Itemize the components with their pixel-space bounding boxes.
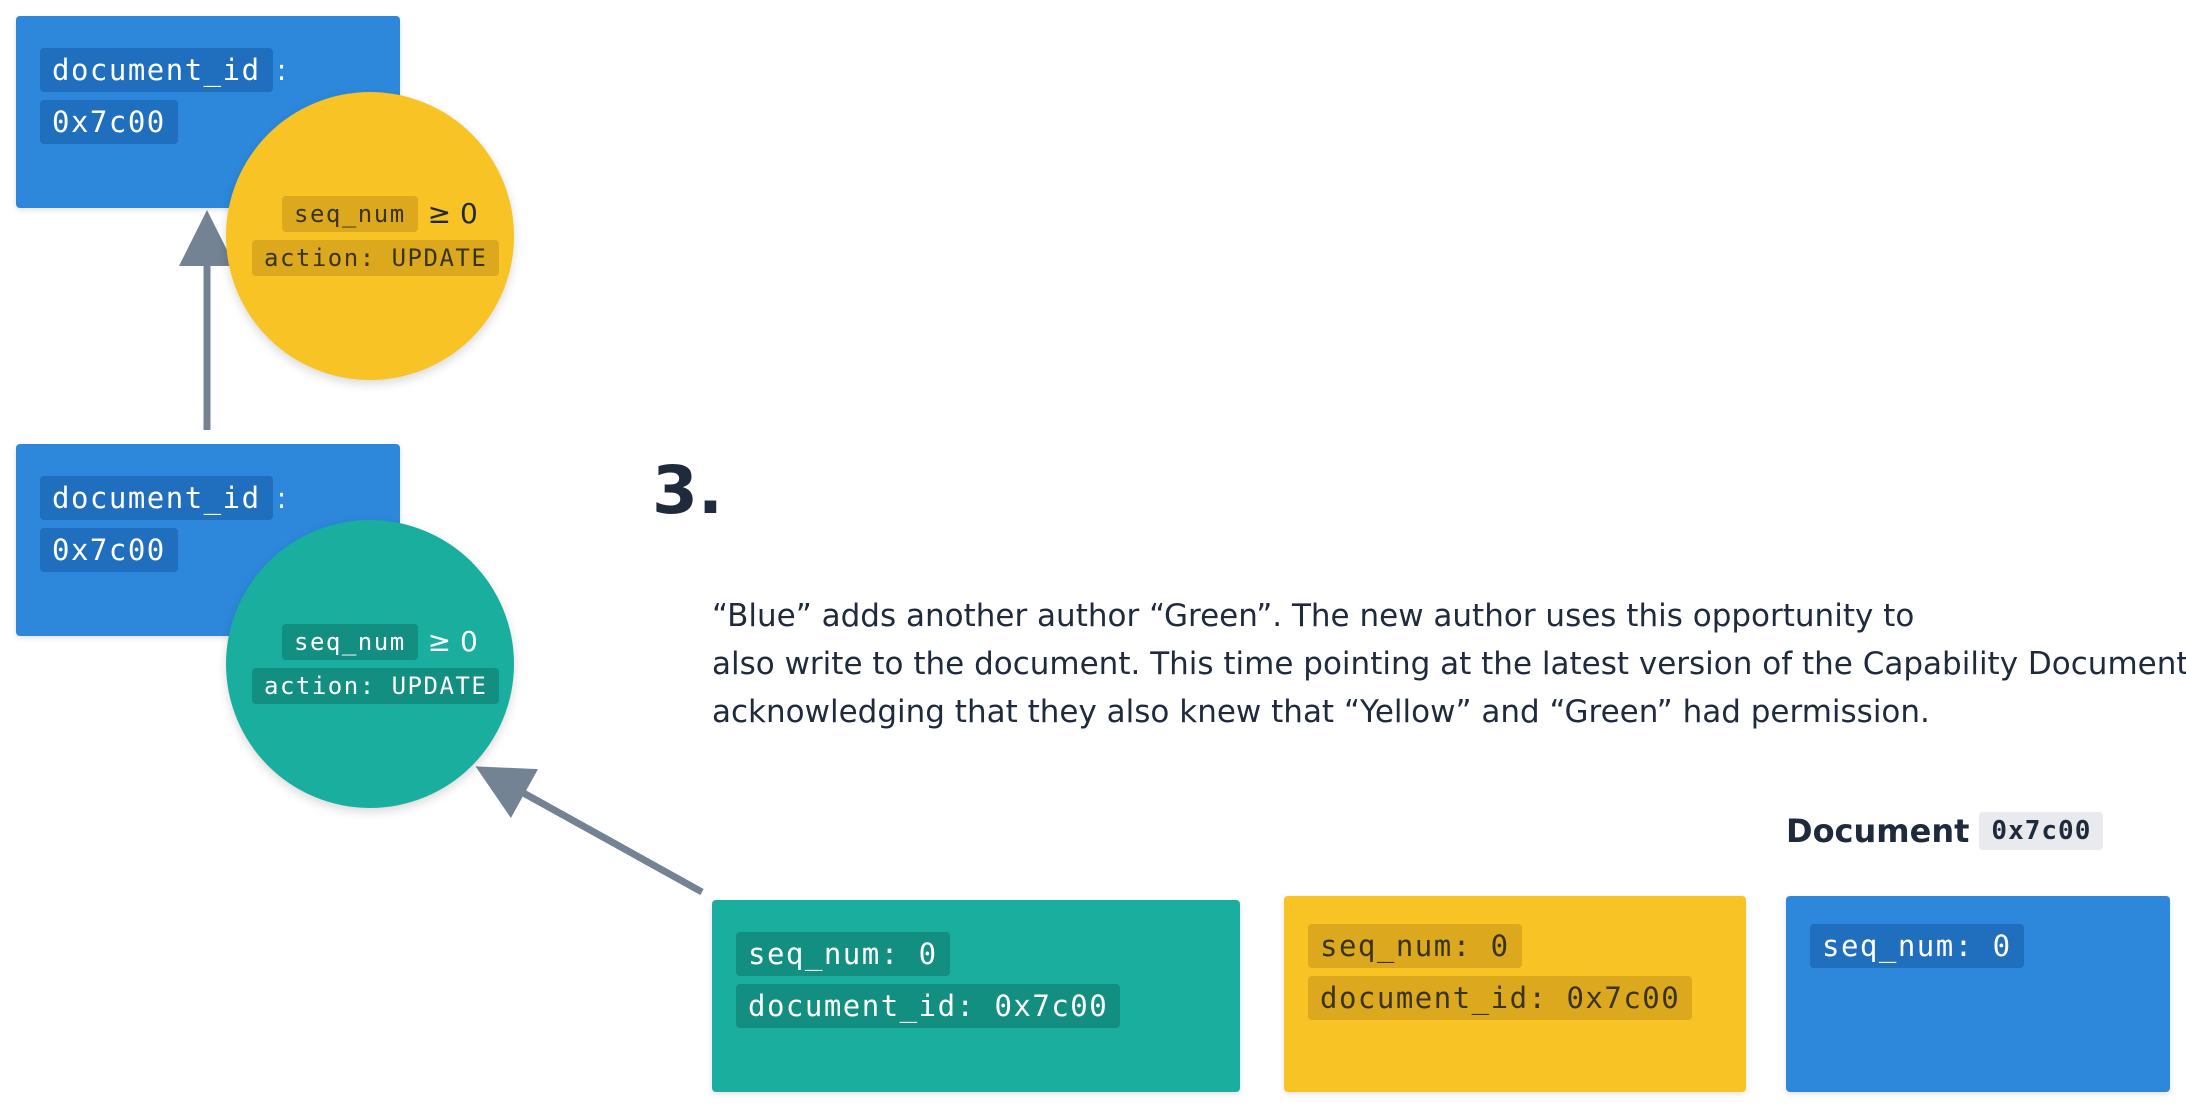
green-card: seq_num: 0 document_id: 0x7c00	[712, 900, 1240, 1092]
middle-node-action: action: UPDATE	[252, 668, 500, 704]
yellow-card-doc: document_id: 0x7c00	[1308, 976, 1693, 1020]
description-line-1: “Blue” adds another author “Green”. The …	[712, 598, 1915, 634]
description-line-3: acknowledging that they also knew that “…	[712, 694, 1930, 730]
top-node-circle: seq_num ≥ 0 action: UPDATE	[226, 92, 514, 380]
green-card-doc: document_id: 0x7c00	[736, 984, 1121, 1028]
middle-node-doc-value: 0x7c00	[40, 528, 178, 572]
blue-card-seq: seq_num: 0	[1810, 924, 2024, 968]
top-node-doc-value: 0x7c00	[40, 100, 178, 144]
arrow-green-card-to-middle	[475, 766, 704, 896]
blue-card: seq_num: 0	[1786, 896, 2170, 1092]
top-node-action: action: UPDATE	[252, 240, 500, 276]
description: “Blue” adds another author “Green”. The …	[712, 592, 2186, 736]
top-node-seq-field: seq_num	[282, 196, 418, 232]
top-node-colon: :	[276, 53, 287, 87]
green-card-seq: seq_num: 0	[736, 932, 950, 976]
top-node-doc-field: document_id	[40, 48, 273, 92]
middle-node-seq-field: seq_num	[282, 624, 418, 660]
middle-node-seq-cond: ≥ 0	[427, 625, 478, 658]
document-label: Document	[1786, 812, 1970, 850]
yellow-card-seq: seq_num: 0	[1308, 924, 1522, 968]
middle-node-circle: seq_num ≥ 0 action: UPDATE	[226, 520, 514, 808]
document-header: Document 0x7c00	[1786, 812, 2104, 850]
description-line-2: also write to the document. This time po…	[712, 646, 2186, 682]
document-id: 0x7c00	[1979, 812, 2104, 850]
yellow-card: seq_num: 0 document_id: 0x7c00	[1284, 896, 1746, 1092]
middle-node-colon: :	[276, 481, 287, 515]
middle-node-doc-field: document_id	[40, 476, 273, 520]
top-node-seq-cond: ≥ 0	[427, 197, 478, 230]
step-number: 3.	[652, 452, 723, 529]
